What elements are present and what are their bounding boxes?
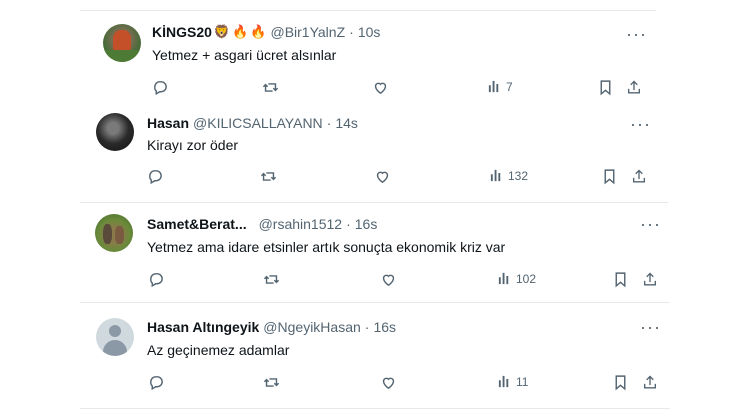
timestamp[interactable]: 16s (355, 216, 378, 232)
like-icon (376, 171, 389, 184)
like-button[interactable] (372, 79, 389, 96)
retweet-button[interactable] (262, 79, 279, 96)
tweet-text: Az geçinemez adamlar (147, 342, 290, 358)
reply-button[interactable] (148, 374, 165, 391)
more-options-icon[interactable]: ··· (630, 115, 651, 133)
share-icon (644, 375, 656, 389)
share-button[interactable] (642, 271, 658, 288)
views-icon (498, 375, 509, 388)
views-button[interactable]: 7 (487, 79, 513, 94)
view-count: 132 (508, 168, 529, 183)
divider (80, 202, 668, 203)
fire-emoji: 🔥 (250, 24, 267, 39)
retweet-icon (263, 275, 280, 284)
bookmark-button[interactable] (613, 271, 628, 288)
timestamp[interactable]: 16s (373, 319, 396, 335)
display-name[interactable]: KİNGS20 (152, 24, 212, 40)
user-handle[interactable]: @rsahin1512 (259, 216, 343, 232)
reply-icon (150, 273, 163, 288)
reply-button[interactable] (152, 79, 169, 96)
reply-icon (149, 170, 162, 185)
reply-button[interactable] (147, 168, 164, 185)
retweet-button[interactable] (263, 271, 280, 288)
view-count: 11 (516, 374, 529, 389)
share-button[interactable] (642, 374, 658, 391)
bookmark-button[interactable] (602, 168, 617, 185)
share-icon (633, 169, 645, 183)
display-name[interactable]: Samet&Berat... (147, 216, 247, 232)
tweet-header: KİNGS20 🦁 🔥 🔥 @Bir1YalnZ · 10s (152, 24, 380, 40)
views-icon (490, 169, 501, 182)
share-icon (644, 272, 656, 286)
views-icon (498, 272, 509, 285)
display-name[interactable]: Hasan (147, 115, 189, 131)
view-count: 7 (506, 79, 513, 94)
retweet-button[interactable] (263, 374, 280, 391)
views-button[interactable]: 132 (489, 168, 528, 183)
view-count: 102 (516, 271, 537, 286)
reply-button[interactable] (148, 271, 165, 288)
timestamp[interactable]: 10s (358, 24, 381, 40)
user-handle[interactable]: @Bir1YalnZ (270, 24, 345, 40)
separator-dot: · (346, 216, 351, 232)
retweet-icon (262, 83, 279, 92)
like-icon (382, 274, 395, 287)
person-icon (109, 325, 121, 337)
tweet-header: Samet&Berat... @rsahin1512 · 16s (147, 216, 377, 232)
tweet-text: Yetmez ama idare etsinler artık sonuçta … (147, 239, 506, 255)
divider-top (80, 10, 656, 11)
share-icon (628, 80, 640, 94)
avatar[interactable] (96, 113, 134, 151)
bookmark-icon (615, 272, 626, 288)
retweet-icon (260, 172, 277, 181)
separator-dot: · (326, 115, 332, 131)
reply-icon (150, 376, 163, 391)
fire-emoji: 🔥 (232, 24, 249, 39)
timestamp[interactable]: 14s (335, 115, 358, 131)
display-name[interactable]: Hasan Altıngeyik (147, 319, 259, 335)
avatar[interactable] (95, 214, 133, 252)
tweet-header: Hasan Altıngeyik @NgeyikHasan · 16s (147, 319, 396, 335)
separator-dot: · (349, 24, 354, 40)
retweet-icon (263, 378, 280, 387)
like-button[interactable] (374, 168, 391, 185)
bookmark-icon (615, 375, 626, 391)
views-button[interactable]: 11 (497, 374, 528, 389)
user-handle[interactable]: @KILICSALLAYANN (193, 115, 323, 131)
tweet-text: Yetmez + asgari ücret alsınlar (152, 47, 337, 63)
bookmark-icon (604, 169, 615, 185)
more-options-icon[interactable]: ··· (640, 318, 661, 336)
avatar[interactable] (103, 24, 141, 62)
views-icon (488, 80, 499, 93)
default-avatar[interactable] (96, 318, 134, 356)
tweet-text: Kirayı zor öder (147, 137, 239, 153)
like-icon (374, 82, 387, 95)
views-button[interactable]: 102 (497, 271, 536, 286)
divider-bottom (80, 408, 670, 409)
share-button[interactable] (631, 168, 647, 185)
retweet-button[interactable] (260, 168, 277, 185)
tweet-header: Hasan @KILICSALLAYANN · 14s (147, 115, 358, 131)
more-options-icon[interactable]: ··· (640, 215, 661, 233)
bookmark-button[interactable] (598, 79, 613, 96)
bookmark-icon (600, 80, 611, 96)
like-button[interactable] (380, 271, 397, 288)
share-button[interactable] (626, 79, 642, 96)
bookmark-button[interactable] (613, 374, 628, 391)
like-button[interactable] (380, 374, 397, 391)
lion-emoji: 🦁 (213, 24, 231, 39)
divider (80, 302, 670, 303)
like-icon (382, 377, 395, 390)
more-options-icon[interactable]: ··· (626, 25, 647, 43)
user-handle[interactable]: @NgeyikHasan (263, 319, 360, 335)
separator-dot: · (364, 319, 370, 335)
reply-icon (154, 81, 167, 96)
